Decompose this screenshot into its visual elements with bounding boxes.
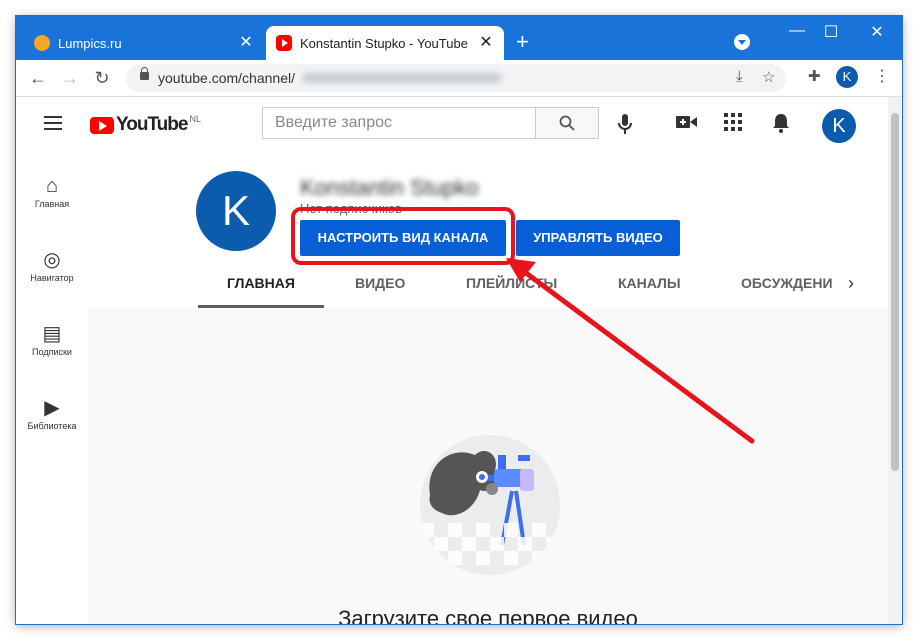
extensions-puzzle-icon[interactable]: ✚: [808, 67, 821, 85]
tab-lumpics[interactable]: Lumpics.ru ✕: [24, 26, 264, 60]
install-icon[interactable]: ⤓: [736, 68, 743, 85]
hamburger-menu-icon[interactable]: [44, 116, 62, 130]
youtube-header: YouTube NL Введите запрос K: [16, 97, 888, 153]
sidebar-item-label: Главная: [34, 199, 70, 209]
subscriptions-icon: ▤: [42, 323, 62, 345]
reload-icon[interactable]: ↻: [90, 66, 114, 90]
tab-youtube[interactable]: Konstantin Stupko - YouTube ✕: [266, 26, 504, 60]
lumpics-favicon-icon: [34, 35, 50, 51]
notifications-bell-icon[interactable]: [772, 113, 790, 133]
search-input[interactable]: Введите запрос: [262, 107, 536, 139]
new-tab-button[interactable]: +: [516, 31, 529, 53]
microphone-icon[interactable]: [618, 114, 632, 136]
sidebar-item-explore[interactable]: ◎ Навигатор: [16, 247, 88, 283]
youtube-favicon-icon: [276, 35, 292, 51]
sidebar-item-library[interactable]: ▶ Библиотека: [16, 395, 88, 431]
search-icon: [559, 115, 575, 131]
maximize-button[interactable]: ☐: [816, 22, 846, 42]
tab-label: Lumpics.ru: [58, 35, 122, 51]
sidebar-item-label: Подписки: [32, 347, 72, 357]
profile-avatar[interactable]: K: [836, 66, 858, 88]
account-avatar[interactable]: K: [822, 109, 856, 143]
tab-close-icon[interactable]: ✕: [478, 35, 494, 51]
url-blurred-part: [302, 73, 502, 83]
library-icon: ▶: [44, 397, 60, 419]
home-icon: ⌂: [45, 175, 59, 197]
channel-name: Konstantin Stupko: [300, 175, 479, 200]
close-window-button[interactable]: ✕: [862, 22, 892, 42]
search-button[interactable]: [535, 107, 599, 139]
tab-videos[interactable]: ВИДЕО: [355, 263, 405, 308]
create-video-icon[interactable]: [676, 113, 698, 131]
minimize-button[interactable]: —: [782, 22, 812, 40]
region-code: NL: [189, 114, 201, 124]
upload-illustration: [420, 435, 560, 575]
chevron-right-icon[interactable]: ›: [848, 273, 854, 294]
browser-window: Lumpics.ru ✕ Konstantin Stupko - YouTube…: [16, 16, 902, 624]
sidebar-item-label: Навигатор: [30, 273, 74, 283]
manage-videos-button[interactable]: УПРАВЛЯТЬ ВИДЕО: [516, 220, 680, 256]
channel-avatar[interactable]: K: [196, 171, 276, 251]
tab-close-icon[interactable]: ✕: [238, 35, 254, 51]
back-arrow-icon[interactable]: ←: [26, 66, 50, 90]
tab-search-icon[interactable]: [734, 34, 750, 50]
youtube-play-icon: [90, 116, 114, 134]
sidebar: ⌂ Главная ◎ Навигатор ▤ Подписки ▶ Библи…: [16, 153, 88, 624]
youtube-logo[interactable]: YouTube NL: [90, 114, 201, 136]
page-scrollbar[interactable]: [888, 97, 902, 624]
address-bar[interactable]: youtube.com/channel/ ⤓ ☆: [126, 64, 786, 92]
channel-page: K Konstantin Stupko Нет подписчиков НАСТ…: [88, 153, 888, 624]
browser-toolbar: ← → ↻ youtube.com/channel/ ⤓ ☆ ✚ K ⋮: [16, 60, 902, 97]
bookmark-star-icon[interactable]: ☆: [762, 68, 775, 86]
url-text: youtube.com/channel/: [158, 70, 295, 86]
forward-arrow-icon[interactable]: →: [58, 66, 82, 90]
browser-menu-icon[interactable]: ⋮: [874, 66, 890, 86]
sidebar-item-subscriptions[interactable]: ▤ Подписки: [16, 321, 88, 357]
channel-header: K Konstantin Stupko Нет подписчиков НАСТ…: [88, 153, 888, 308]
tab-playlists[interactable]: ПЛЕЙЛИСТЫ: [466, 263, 557, 308]
camera-person-illustration: [420, 435, 560, 575]
empty-state-title: Загрузите свое первое видео: [338, 606, 638, 624]
tab-channels[interactable]: КАНАЛЫ: [618, 263, 681, 308]
title-bar: Lumpics.ru ✕ Konstantin Stupko - YouTube…: [16, 16, 902, 60]
subscriber-count: Нет подписчиков: [300, 201, 402, 216]
lock-icon: [140, 67, 149, 80]
tab-label: Konstantin Stupko - YouTube: [300, 35, 468, 51]
apps-grid-icon[interactable]: [724, 113, 742, 131]
scrollbar-thumb[interactable]: [891, 113, 899, 471]
sidebar-item-home[interactable]: ⌂ Главная: [16, 173, 88, 209]
tab-discussion[interactable]: ОБСУЖДЕНИ: [741, 263, 833, 308]
customize-channel-button[interactable]: НАСТРОИТЬ ВИД КАНАЛА: [300, 220, 506, 256]
compass-icon: ◎: [43, 249, 61, 271]
tab-home[interactable]: ГЛАВНАЯ: [198, 263, 324, 308]
youtube-wordmark: YouTube: [116, 114, 188, 135]
sidebar-item-label: Библиотека: [27, 421, 77, 431]
